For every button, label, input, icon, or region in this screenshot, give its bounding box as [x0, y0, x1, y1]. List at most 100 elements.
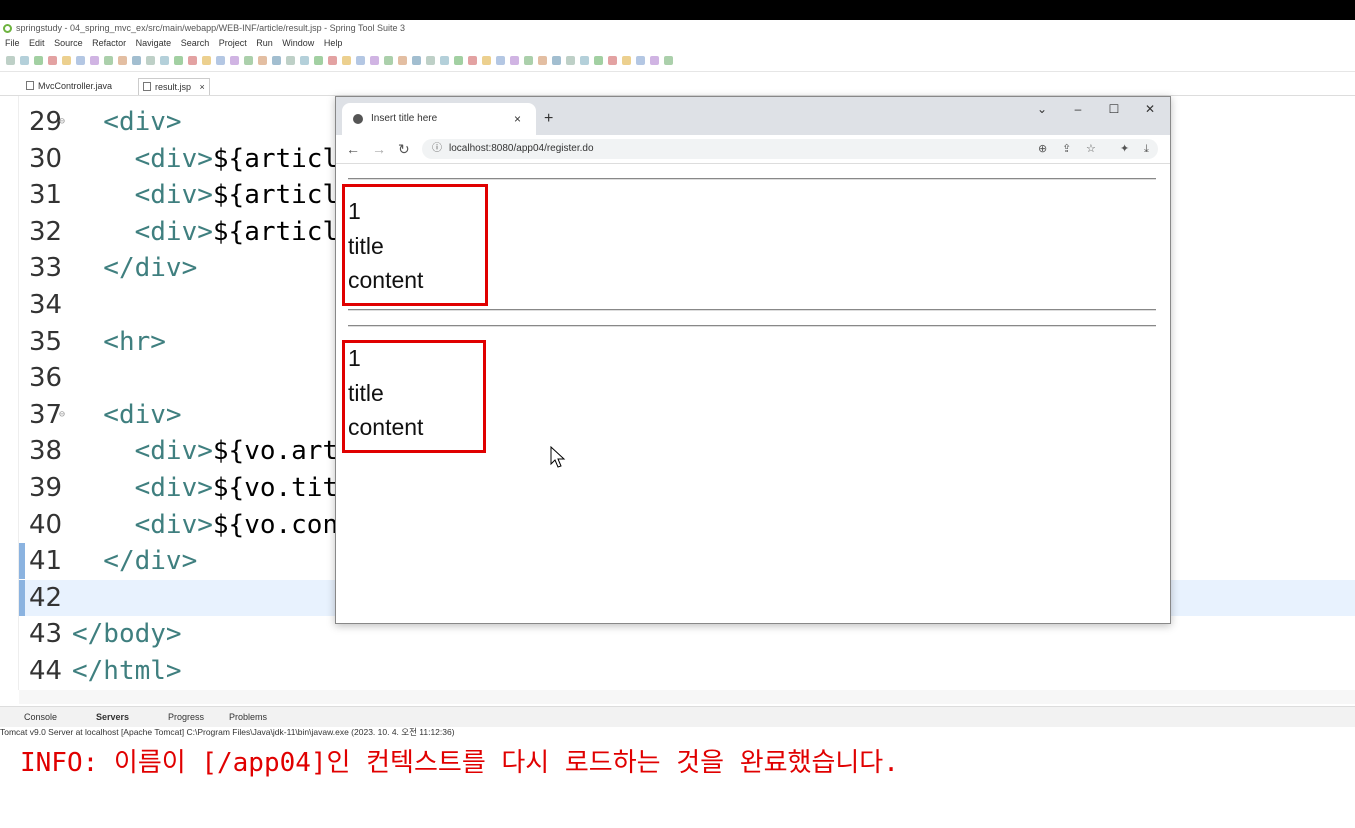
line-number: 33 [29, 253, 63, 284]
toolbar-button[interactable] [594, 56, 603, 65]
line-number: 31 [29, 180, 63, 211]
toolbar-button[interactable] [34, 56, 43, 65]
code-text: <div>${articl [72, 143, 339, 174]
toolbar-button[interactable] [76, 56, 85, 65]
code-line[interactable]: 44 </html> [19, 653, 1355, 689]
extensions-icon[interactable]: ✦ [1120, 139, 1129, 159]
toolbar-button[interactable] [496, 56, 505, 65]
toolbar-button[interactable] [48, 56, 57, 65]
toolbar-button[interactable] [90, 56, 99, 65]
toolbar-button[interactable] [160, 56, 169, 65]
tab-close-icon[interactable]: × [200, 82, 205, 92]
toolbar-button[interactable] [244, 56, 253, 65]
toolbar-button[interactable] [608, 56, 617, 65]
toolbar-button[interactable] [524, 56, 533, 65]
menu-navigate[interactable]: Navigate [136, 38, 172, 48]
toolbar-button[interactable] [118, 56, 127, 65]
toolbar-button[interactable] [174, 56, 183, 65]
code-text: </html> [72, 656, 182, 686]
toolbar-button[interactable] [272, 56, 281, 65]
tab-mvccontroller[interactable]: MvcController.java [22, 78, 116, 94]
menu-file[interactable]: File [5, 38, 20, 48]
toolbar-button[interactable] [104, 56, 113, 65]
tab-servers[interactable]: Servers [96, 707, 129, 727]
toolbar-button[interactable] [636, 56, 645, 65]
tab-search-icon[interactable]: ⌄ [1024, 97, 1060, 121]
menu-search[interactable]: Search [181, 38, 210, 48]
ide-menubar: File Edit Source Refactor Navigate Searc… [0, 36, 1355, 51]
menu-help[interactable]: Help [324, 38, 343, 48]
toolbar-button[interactable] [454, 56, 463, 65]
toolbar-button[interactable] [328, 56, 337, 65]
site-info-icon[interactable]: ⓘ [432, 139, 442, 159]
tab-console[interactable]: Console [24, 707, 57, 727]
toolbar-button[interactable] [468, 56, 477, 65]
toolbar-button[interactable] [286, 56, 295, 65]
code-text: </div> [72, 253, 198, 284]
forward-arrow-icon[interactable]: → [372, 135, 386, 163]
horizontal-rule [348, 178, 1156, 180]
browser-tab[interactable]: Insert title here × [342, 103, 536, 135]
toolbar-button[interactable] [370, 56, 379, 65]
toolbar-button[interactable] [300, 56, 309, 65]
toolbar-button[interactable] [412, 56, 421, 65]
bookmark-star-icon[interactable]: ☆ [1086, 139, 1096, 159]
toolbar-button[interactable] [230, 56, 239, 65]
browser-window: Insert title here × + ⌄ – ☐ ✕ ← → ↻ ⓘ lo… [335, 96, 1171, 624]
download-icon[interactable]: ⤓ [1144, 139, 1149, 159]
close-window-button[interactable]: ✕ [1132, 97, 1168, 121]
toolbar-button[interactable] [258, 56, 267, 65]
article-no: 1 [348, 198, 361, 224]
share-icon[interactable]: ⇪ [1062, 139, 1071, 159]
toolbar-button[interactable] [440, 56, 449, 65]
url-omnibox[interactable]: ⓘ localhost:8080/app04/register.do ⊕ ⇪ ☆… [422, 139, 1158, 159]
toolbar-button[interactable] [342, 56, 351, 65]
line-number: 35 [29, 326, 63, 357]
fold-toggle-icon[interactable]: ⊖ [59, 397, 65, 433]
back-arrow-icon[interactable]: ← [346, 135, 360, 163]
toolbar-button[interactable] [62, 56, 71, 65]
toolbar-button[interactable] [202, 56, 211, 65]
toolbar-button[interactable] [20, 56, 29, 65]
browser-tab-title: Insert title here [371, 113, 438, 124]
browser-tab-close-icon[interactable]: × [514, 103, 521, 135]
editor-horizontal-scrollbar[interactable] [19, 690, 1355, 704]
toolbar-button[interactable] [356, 56, 365, 65]
fold-toggle-icon[interactable]: ⊖ [59, 104, 65, 140]
toolbar-button[interactable] [146, 56, 155, 65]
reload-icon[interactable]: ↻ [398, 135, 410, 163]
menu-source[interactable]: Source [54, 38, 83, 48]
minimize-button[interactable]: – [1060, 97, 1096, 121]
zoom-icon[interactable]: ⊕ [1038, 139, 1047, 159]
toolbar-button[interactable] [314, 56, 323, 65]
toolbar-button[interactable] [650, 56, 659, 65]
menu-project[interactable]: Project [219, 38, 247, 48]
menu-edit[interactable]: Edit [29, 38, 45, 48]
tab-result-jsp[interactable]: result.jsp × [138, 78, 210, 95]
maximize-button[interactable]: ☐ [1096, 97, 1132, 121]
toolbar-button[interactable] [482, 56, 491, 65]
tab-progress[interactable]: Progress [168, 707, 204, 727]
toolbar-button[interactable] [664, 56, 673, 65]
ide-toolbar [0, 51, 1355, 72]
menu-window[interactable]: Window [282, 38, 314, 48]
toolbar-button[interactable] [538, 56, 547, 65]
toolbar-button[interactable] [426, 56, 435, 65]
toolbar-button[interactable] [188, 56, 197, 65]
menu-run[interactable]: Run [256, 38, 273, 48]
toolbar-button[interactable] [510, 56, 519, 65]
toolbar-button[interactable] [580, 56, 589, 65]
toolbar-button[interactable] [398, 56, 407, 65]
toolbar-button[interactable] [622, 56, 631, 65]
toolbar-button[interactable] [216, 56, 225, 65]
toolbar-button[interactable] [384, 56, 393, 65]
toolbar-button[interactable] [6, 56, 15, 65]
tab-problems[interactable]: Problems [229, 707, 267, 727]
code-text: </body> [72, 619, 182, 650]
toolbar-button[interactable] [552, 56, 561, 65]
toolbar-button[interactable] [132, 56, 141, 65]
menu-refactor[interactable]: Refactor [92, 38, 126, 48]
new-tab-button[interactable]: + [544, 103, 553, 135]
globe-icon [353, 114, 363, 124]
toolbar-button[interactable] [566, 56, 575, 65]
